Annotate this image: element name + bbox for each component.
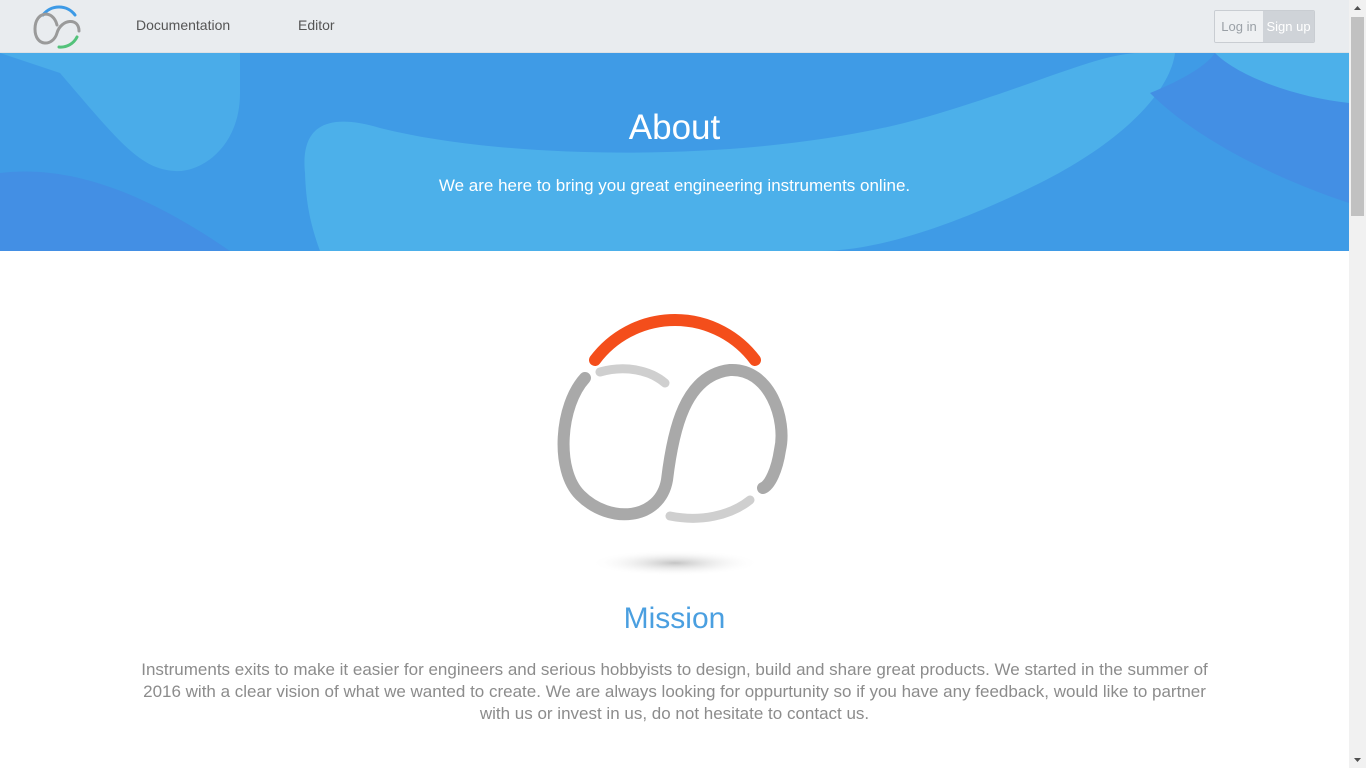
navbar: Documentation Editor Log in Sign up — [0, 0, 1349, 53]
scroll-up-arrow-icon[interactable] — [1349, 0, 1366, 17]
mission-text: Instruments exits to make it easier for … — [141, 660, 1208, 723]
mission-heading: Mission — [623, 602, 726, 635]
login-button[interactable]: Log in — [1215, 11, 1263, 42]
nav-editor-link[interactable]: Editor — [298, 17, 335, 33]
hero-background-shapes — [0, 53, 1349, 251]
site-logo-icon[interactable] — [31, 3, 83, 50]
page-title: About — [628, 108, 721, 147]
scroll-down-arrow-icon[interactable] — [1349, 751, 1366, 768]
nav-documentation-link[interactable]: Documentation — [136, 17, 230, 33]
signup-button[interactable]: Sign up — [1263, 11, 1314, 42]
page: Documentation Editor Log in Sign up Abou… — [0, 0, 1349, 768]
scrollbar-thumb[interactable] — [1351, 17, 1364, 216]
hero-banner: About We are here to bring you great eng… — [0, 53, 1349, 251]
page-subtitle: We are here to bring you great engineeri… — [438, 176, 911, 195]
vertical-scrollbar[interactable] — [1349, 0, 1366, 768]
instruments-logo-icon — [557, 314, 788, 576]
auth-buttons: Log in Sign up — [1214, 10, 1315, 43]
